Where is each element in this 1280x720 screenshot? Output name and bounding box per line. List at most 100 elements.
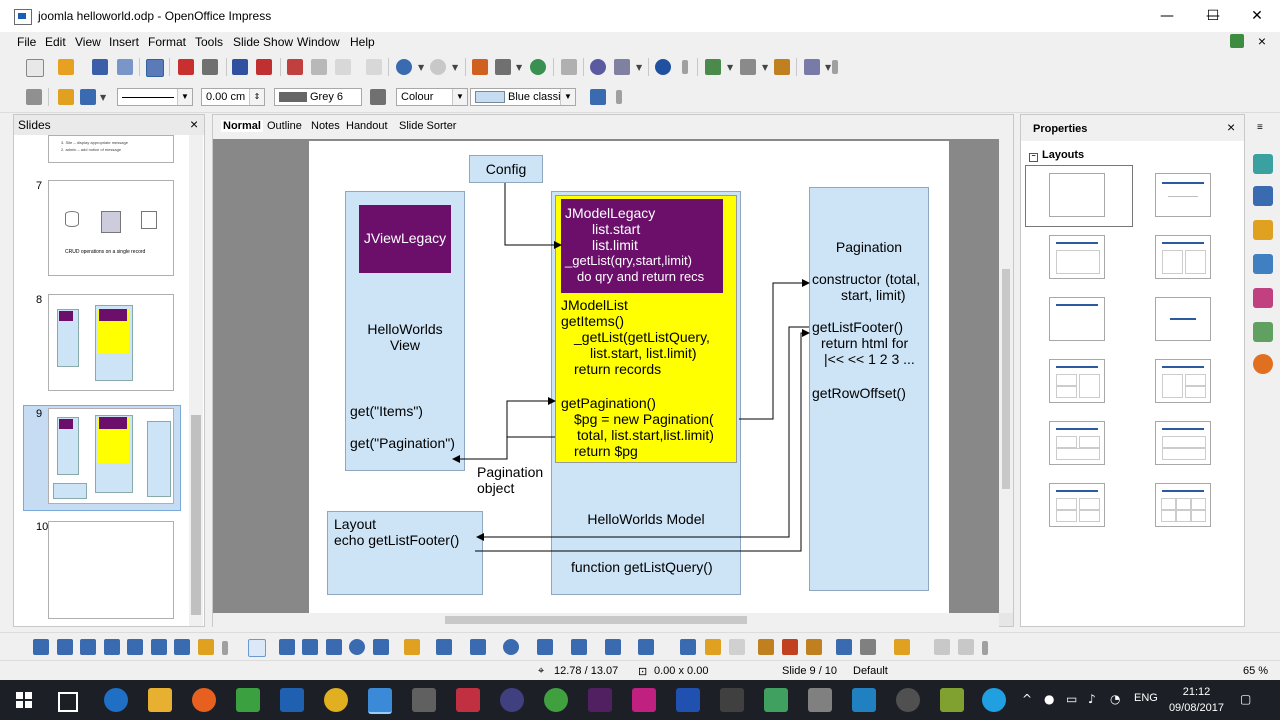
menu-format[interactable]: Format xyxy=(148,35,186,49)
fontwork-icon[interactable] xyxy=(33,639,49,655)
fontwork-gallery-icon[interactable] xyxy=(705,639,721,655)
block-arrows-icon[interactable] xyxy=(571,639,587,655)
app-icon[interactable] xyxy=(720,688,744,712)
tab-handout[interactable]: Handout xyxy=(346,120,388,132)
rotate-icon[interactable] xyxy=(127,639,143,655)
gallery-toggle-icon[interactable] xyxy=(758,639,774,655)
layout-title-only[interactable] xyxy=(1049,297,1105,341)
toolbar-grip-icon[interactable] xyxy=(832,60,838,74)
undo-icon[interactable] xyxy=(396,59,412,75)
layout-title-4content[interactable] xyxy=(1049,483,1105,527)
tab-notes[interactable]: Notes xyxy=(311,120,340,132)
basic-shapes-icon[interactable] xyxy=(503,639,519,655)
slide-thumbnail-9[interactable] xyxy=(48,408,174,504)
new-icon[interactable] xyxy=(26,59,44,77)
toolbar-grip-icon[interactable] xyxy=(682,60,688,74)
autospellcheck-icon[interactable] xyxy=(256,59,272,75)
zoom-level[interactable]: 65 % xyxy=(1243,665,1268,677)
app-icon[interactable] xyxy=(500,688,524,712)
menu-tools[interactable]: Tools xyxy=(195,35,223,49)
copy-icon[interactable] xyxy=(311,59,327,75)
glue-points-icon[interactable] xyxy=(80,639,96,655)
chevron-up-icon[interactable]: ^ xyxy=(1022,692,1032,706)
callouts-icon[interactable] xyxy=(605,639,621,655)
curve-icon[interactable] xyxy=(404,639,420,655)
slide-canvas[interactable]: Config JViewLegacy HelloWorlds View get(… xyxy=(309,141,949,617)
interaction-icon[interactable] xyxy=(836,639,852,655)
connector-point-icon[interactable] xyxy=(174,639,190,655)
chart-icon[interactable] xyxy=(472,59,488,75)
align-icon[interactable] xyxy=(860,639,876,655)
editor-hscroll-thumb[interactable] xyxy=(445,616,747,624)
reader-icon[interactable] xyxy=(456,688,480,712)
spellcheck-icon[interactable] xyxy=(232,59,248,75)
clone-format-icon[interactable] xyxy=(366,59,382,75)
zoom-dropdown-icon[interactable]: ▼ xyxy=(636,63,642,72)
layout-centered-text[interactable] xyxy=(1155,297,1211,341)
slide-thumbnail-10[interactable] xyxy=(48,521,174,619)
symbol-shapes-icon[interactable] xyxy=(537,639,553,655)
flip-icon[interactable] xyxy=(151,639,167,655)
menu-insert[interactable]: Insert xyxy=(109,35,139,49)
layout-title-two-content[interactable] xyxy=(1155,235,1211,279)
print-icon[interactable] xyxy=(202,59,218,75)
redo-dropdown-icon[interactable]: ▼ xyxy=(452,63,458,72)
volume-icon[interactable]: ♪ xyxy=(1088,692,1096,706)
powershell-icon[interactable] xyxy=(676,688,700,712)
ungroup-icon[interactable] xyxy=(958,639,974,655)
chevron-down-icon[interactable]: ▼ xyxy=(177,89,192,105)
slides-scroll-thumb[interactable] xyxy=(191,415,201,615)
sidebar-menu-icon[interactable]: ≡ xyxy=(1257,122,1263,133)
properties-deck-icon[interactable] xyxy=(1253,154,1273,174)
custom-animation-icon[interactable] xyxy=(1253,220,1273,240)
chrome-icon[interactable] xyxy=(324,688,348,712)
styles-icon[interactable] xyxy=(26,89,42,105)
animation-icon[interactable] xyxy=(806,639,822,655)
arrow-dropdown-icon[interactable]: ▼ xyxy=(100,93,106,102)
group-icon[interactable] xyxy=(934,639,950,655)
points-icon[interactable] xyxy=(57,639,73,655)
app-icon[interactable] xyxy=(852,688,876,712)
slides-pane-close-icon[interactable]: × xyxy=(190,116,198,132)
grid-icon[interactable] xyxy=(561,59,577,75)
layout-title-2content-content[interactable] xyxy=(1049,359,1105,403)
line-tool-icon[interactable] xyxy=(279,639,295,655)
language-indicator[interactable]: ENG xyxy=(1134,692,1158,704)
network-icon[interactable]: ◔ xyxy=(1110,692,1120,706)
app-icon[interactable] xyxy=(808,688,832,712)
layout-title-6content[interactable] xyxy=(1155,483,1211,527)
from-file-icon[interactable] xyxy=(729,639,745,655)
layouts-section-header[interactable]: − Layouts xyxy=(1029,149,1084,162)
area-icon[interactable] xyxy=(370,89,386,105)
master-page-name[interactable]: Default xyxy=(853,665,888,677)
collapse-icon[interactable]: − xyxy=(1029,153,1038,162)
chevron-down-icon[interactable]: ▼ xyxy=(452,89,467,105)
editor-vertical-scrollbar[interactable] xyxy=(999,139,1013,613)
editor-horizontal-scrollbar[interactable] xyxy=(213,613,999,627)
line-style-select[interactable]: ▼ xyxy=(117,88,193,106)
ellipse-icon[interactable] xyxy=(349,639,365,655)
app-icon[interactable] xyxy=(588,688,612,712)
slide-design-icon[interactable] xyxy=(774,59,790,75)
line-icon[interactable] xyxy=(58,89,74,105)
toolbar-grip-icon[interactable] xyxy=(616,90,622,104)
text-tool-icon[interactable] xyxy=(373,639,389,655)
tab-outline[interactable]: Outline xyxy=(267,120,302,132)
slideshow-dropdown-icon[interactable]: ▼ xyxy=(825,63,831,72)
gallery-icon[interactable] xyxy=(1253,322,1273,342)
navigator-icon[interactable] xyxy=(530,59,546,75)
extrusion-toggle-icon[interactable] xyxy=(782,639,798,655)
close-button[interactable]: ✕ xyxy=(1234,0,1280,32)
toolbar-grip-icon[interactable] xyxy=(222,641,228,655)
menu-view[interactable]: View xyxy=(75,35,101,49)
notifications-icon[interactable]: ▢ xyxy=(1240,692,1251,706)
edge-icon[interactable] xyxy=(104,688,128,712)
tray-icon[interactable]: ▭ xyxy=(1066,692,1077,706)
tab-normal[interactable]: Normal xyxy=(221,120,263,132)
slides-scrollbar[interactable] xyxy=(189,135,203,626)
edit-points-icon[interactable] xyxy=(104,639,120,655)
help-icon[interactable] xyxy=(655,59,671,75)
maximize-button[interactable]: ☐ xyxy=(1190,0,1236,32)
close-document-icon[interactable]: × xyxy=(1258,33,1266,49)
layout-dropdown-icon[interactable]: ▼ xyxy=(762,63,768,72)
